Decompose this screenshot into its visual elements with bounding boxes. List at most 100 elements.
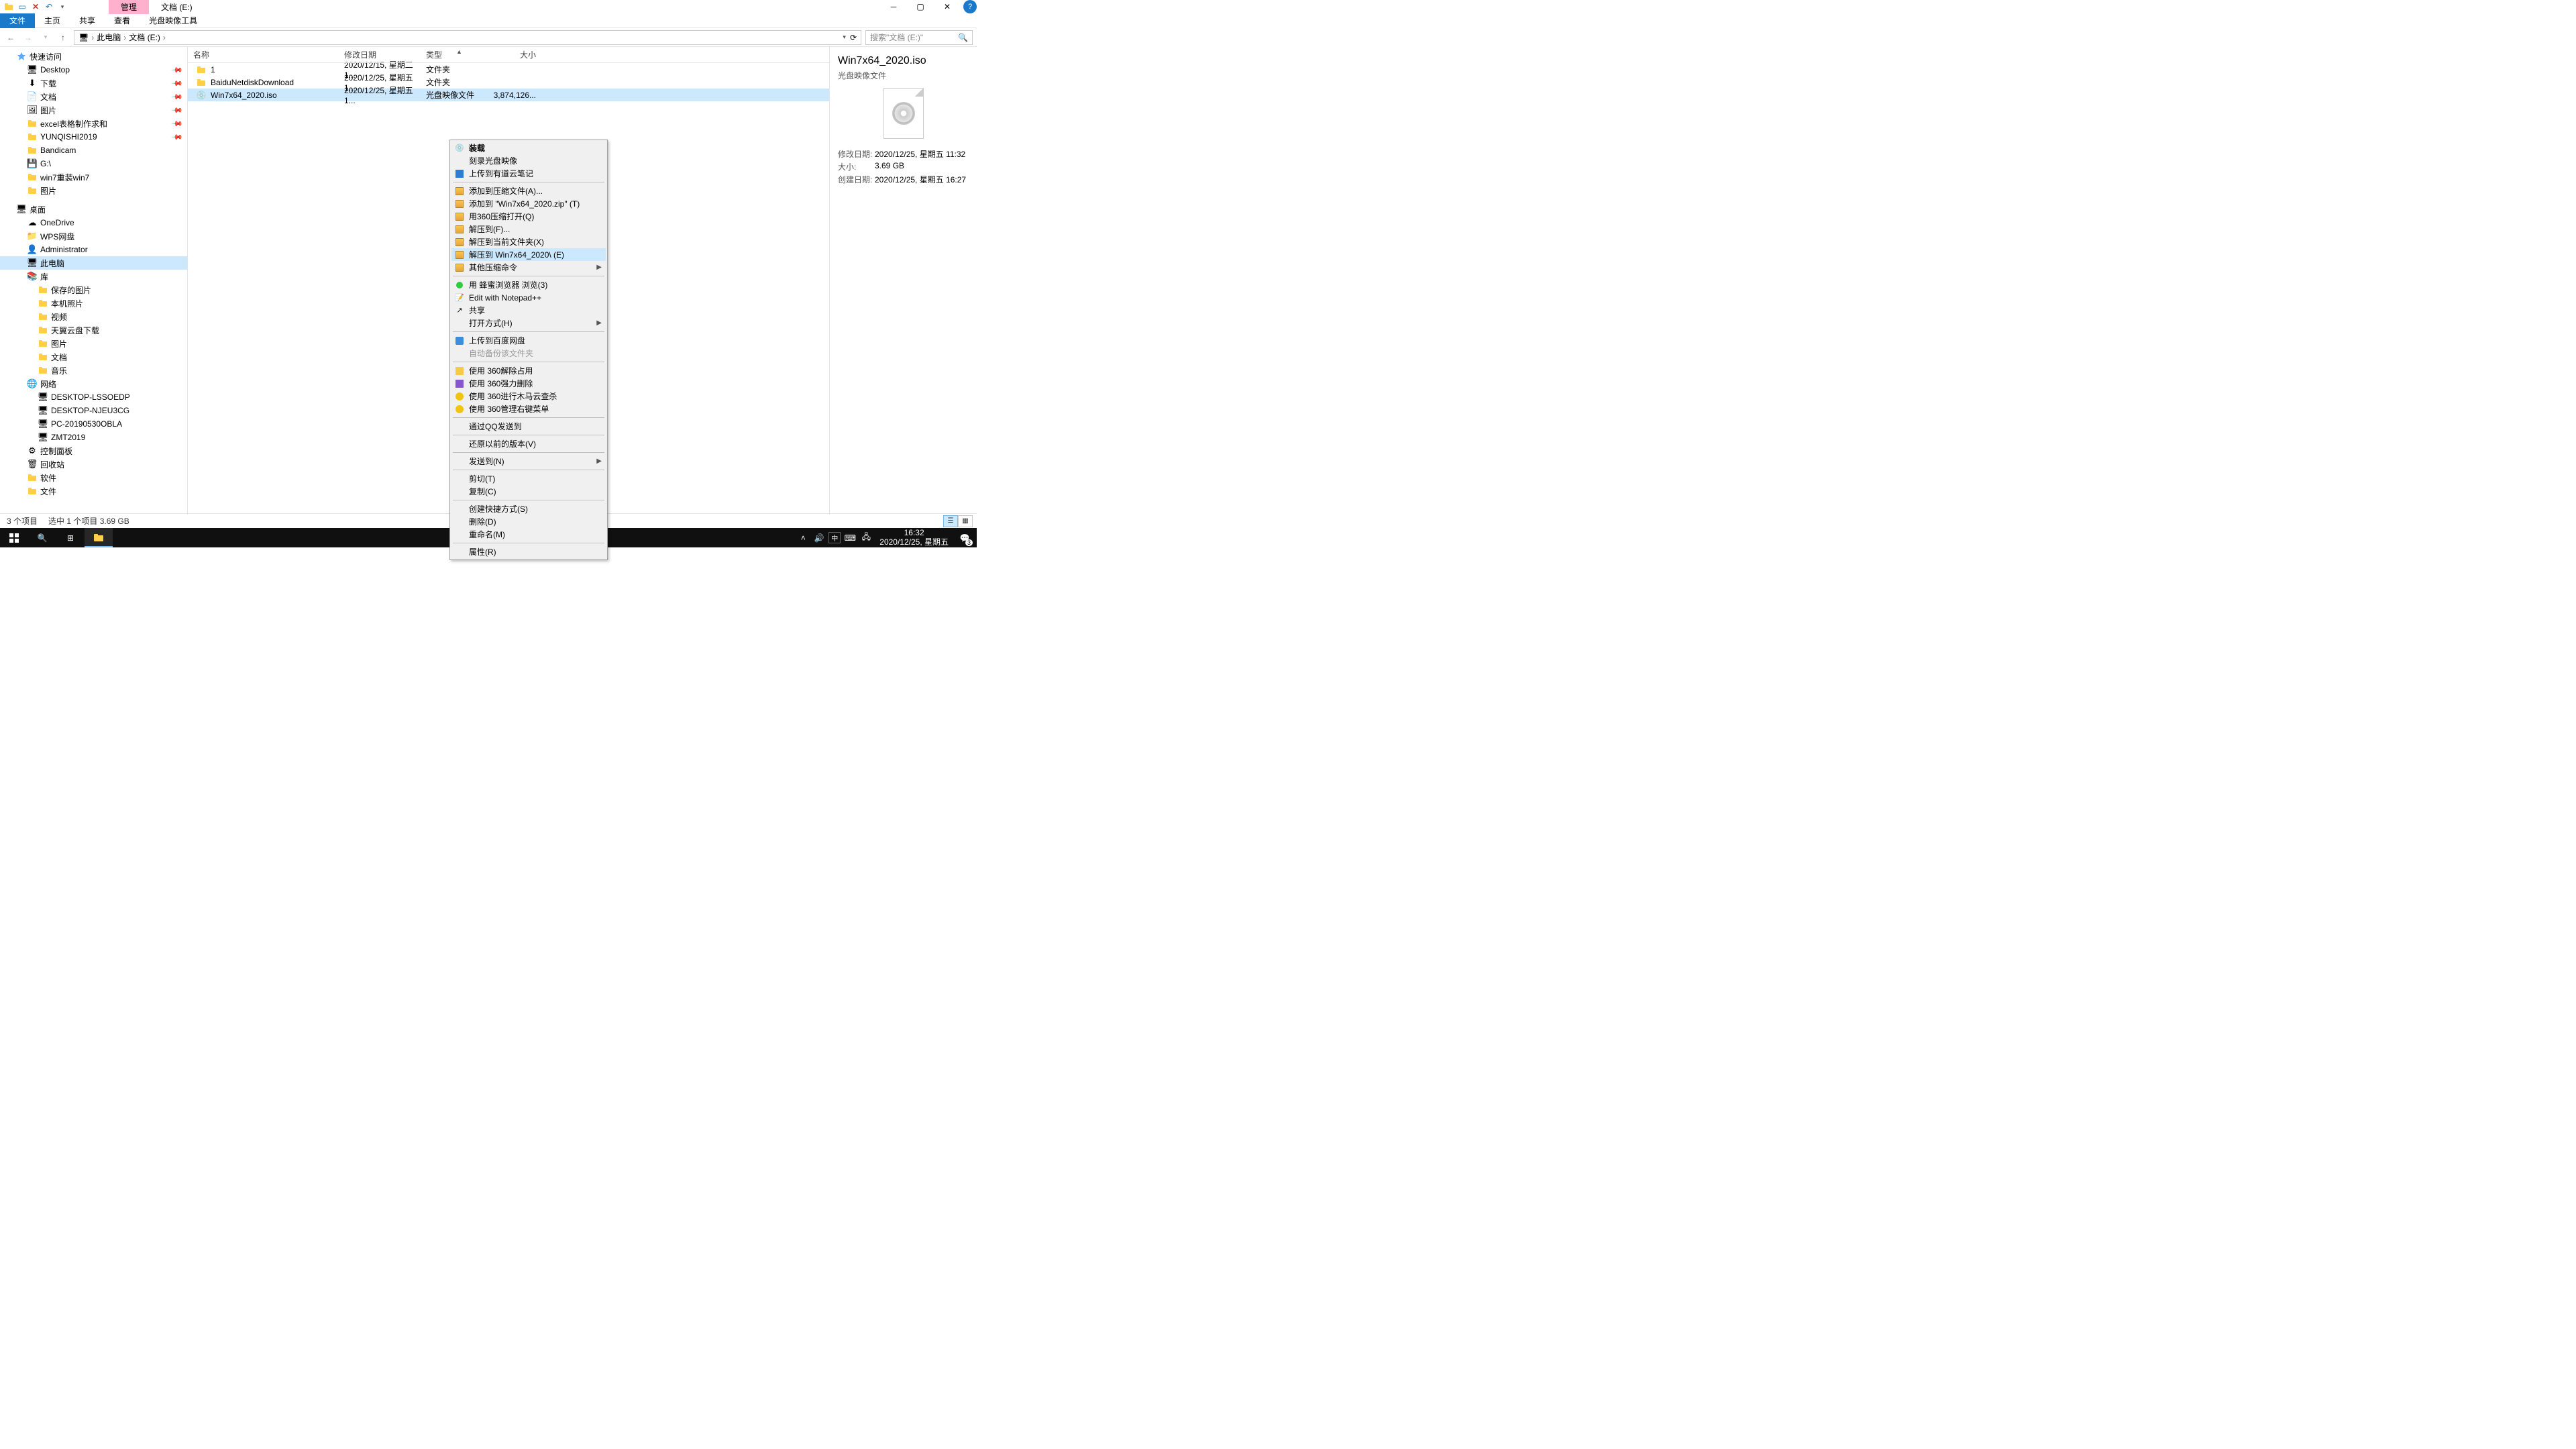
explorer-taskbar-button[interactable]	[85, 528, 113, 547]
icons-view-button[interactable]: ▦	[958, 515, 973, 527]
close-button[interactable]: ✕	[934, 0, 961, 13]
tree-item[interactable]: 🖥ZMT2019	[0, 431, 187, 444]
context-menu-item[interactable]: 使用 360进行木马云查杀	[451, 390, 606, 402]
context-menu-item[interactable]: 用 蜂蜜浏览器 浏览(3)	[451, 278, 606, 291]
tree-item[interactable]: 图片	[0, 184, 187, 197]
nav-history-dropdown[interactable]: ▾	[39, 31, 52, 44]
network-icon[interactable]: 🖧	[859, 528, 873, 547]
tree-item[interactable]: 保存的图片	[0, 283, 187, 297]
nav-up-button[interactable]: ↑	[56, 31, 70, 44]
tree-item[interactable]: 🖼图片📌	[0, 103, 187, 117]
tray-overflow-icon[interactable]: ˄	[796, 528, 810, 547]
title-tab-manage[interactable]: 管理	[109, 0, 149, 14]
breadcrumb-item[interactable]: 此电脑	[97, 32, 121, 43]
task-view-button[interactable]: ⊞	[56, 528, 85, 547]
action-center-button[interactable]: 💬3	[955, 528, 974, 547]
tree-item[interactable]: 🖥DESKTOP-LSSOEDP	[0, 390, 187, 404]
ribbon-tab-share[interactable]: 共享	[70, 13, 105, 28]
context-menu-item[interactable]: 打开方式(H)▶	[451, 317, 606, 329]
maximize-button[interactable]: ▢	[907, 0, 934, 13]
file-row[interactable]: 💿Win7x64_2020.iso2020/12/25, 星期五 1...光盘映…	[188, 89, 829, 101]
properties-icon[interactable]: ▭	[16, 1, 28, 13]
context-menu-item[interactable]: 属性(R)	[451, 545, 606, 558]
context-menu-item[interactable]: 还原以前的版本(V)	[451, 437, 606, 450]
file-row[interactable]: BaiduNetdiskDownload2020/12/25, 星期五 1...…	[188, 76, 829, 89]
tree-item[interactable]: win7重装win7	[0, 170, 187, 184]
tree-item[interactable]: 软件	[0, 471, 187, 484]
chevron-right-icon[interactable]: ›	[123, 33, 126, 42]
context-menu-item[interactable]: ↗共享	[451, 304, 606, 317]
context-menu-item[interactable]: 添加到 "Win7x64_2020.zip" (T)	[451, 197, 606, 210]
context-menu-item[interactable]: 发送到(N)▶	[451, 455, 606, 468]
context-menu-item[interactable]: 使用 360强力删除	[451, 377, 606, 390]
tree-item[interactable]: 📁WPS网盘	[0, 229, 187, 243]
context-menu-item[interactable]: 重命名(M)	[451, 528, 606, 541]
search-button[interactable]: 🔍	[28, 528, 56, 547]
tree-item[interactable]: 💾G:\	[0, 157, 187, 170]
tree-item[interactable]: 视频	[0, 310, 187, 323]
search-input[interactable]: 搜索"文档 (E:)" 🔍	[865, 30, 973, 45]
breadcrumb-item[interactable]: 文档 (E:)	[129, 32, 160, 43]
help-button[interactable]: ?	[963, 0, 977, 13]
tree-item[interactable]: 文件	[0, 484, 187, 498]
tree-item[interactable]: 🖥桌面	[0, 203, 187, 216]
context-menu-item[interactable]: 解压到 Win7x64_2020\ (E)	[451, 248, 606, 261]
context-menu-item[interactable]: 剪切(T)	[451, 472, 606, 485]
tree-item[interactable]: 音乐	[0, 364, 187, 377]
context-menu-item[interactable]: 上传到有道云笔记	[451, 167, 606, 180]
minimize-button[interactable]: ─	[880, 0, 907, 13]
ribbon-tab-file[interactable]: 文件	[0, 13, 35, 28]
tree-item[interactable]: 天翼云盘下载	[0, 323, 187, 337]
tree-item[interactable]: YUNQISHI2019📌	[0, 130, 187, 144]
tree-item[interactable]: 文档	[0, 350, 187, 364]
ribbon-tab-home[interactable]: 主页	[35, 13, 70, 28]
tree-item[interactable]: Bandicam	[0, 144, 187, 157]
context-menu-item[interactable]: 上传到百度网盘	[451, 334, 606, 347]
column-header-name[interactable]: 名称	[188, 49, 339, 60]
navigation-pane[interactable]: 快速访问🖥Desktop📌⬇下载📌📄文档📌🖼图片📌excel表格制作求和📌YUN…	[0, 47, 188, 515]
file-list-pane[interactable]: ▲ 名称 修改日期 类型 大小 12020/12/15, 星期二 1...文件夹…	[188, 47, 829, 515]
start-button[interactable]	[0, 528, 28, 547]
refresh-icon[interactable]: ⟳	[850, 33, 857, 42]
context-menu-item[interactable]: 用360压缩打开(Q)	[451, 210, 606, 223]
context-menu-item[interactable]: 其他压缩命令▶	[451, 261, 606, 274]
ime-mode-icon[interactable]: ⌨	[843, 528, 857, 547]
nav-back-button[interactable]: ←	[4, 31, 17, 44]
tree-item[interactable]: ⚙控制面板	[0, 444, 187, 458]
context-menu-item[interactable]: 添加到压缩文件(A)...	[451, 184, 606, 197]
tree-item[interactable]: ☁OneDrive	[0, 216, 187, 229]
tree-item[interactable]: 🖥DESKTOP-NJEU3CG	[0, 404, 187, 417]
context-menu-item[interactable]: 📝Edit with Notepad++	[451, 291, 606, 304]
ribbon-tab-view[interactable]: 查看	[105, 13, 140, 28]
context-menu-item[interactable]: 通过QQ发送到	[451, 420, 606, 433]
taskbar-clock[interactable]: 16:32 2020/12/25, 星期五	[875, 529, 953, 546]
tree-item[interactable]: 📚库	[0, 270, 187, 283]
column-header-date[interactable]: 修改日期	[339, 49, 421, 60]
tree-item[interactable]: 🌐网络	[0, 377, 187, 390]
tree-item[interactable]: 📄文档📌	[0, 90, 187, 103]
nav-forward-button[interactable]: →	[21, 31, 35, 44]
delete-icon[interactable]: ✕	[30, 1, 42, 13]
file-row[interactable]: 12020/12/15, 星期二 1...文件夹	[188, 63, 829, 76]
tree-item[interactable]: 🖥Desktop📌	[0, 63, 187, 76]
breadcrumb-dropdown-icon[interactable]: ▾	[843, 34, 846, 41]
undo-icon[interactable]: ↶	[43, 1, 55, 13]
context-menu-item[interactable]: 解压到当前文件夹(X)	[451, 235, 606, 248]
tree-item[interactable]: 🖥PC-20190530OBLA	[0, 417, 187, 431]
details-view-button[interactable]: ☰	[943, 515, 958, 527]
column-header-type[interactable]: 类型	[421, 49, 488, 60]
breadcrumb[interactable]: 🖥 › 此电脑 › 文档 (E:) › ▾ ⟳	[74, 30, 861, 45]
context-menu-item[interactable]: 复制(C)	[451, 485, 606, 498]
context-menu-item[interactable]: 刻录光盘映像	[451, 154, 606, 167]
tree-item[interactable]: excel表格制作求和📌	[0, 117, 187, 130]
context-menu-item[interactable]: 使用 360解除占用	[451, 364, 606, 377]
volume-icon[interactable]: 🔊	[812, 528, 826, 547]
column-headers[interactable]: ▲ 名称 修改日期 类型 大小	[188, 47, 829, 63]
tree-item[interactable]: 图片	[0, 337, 187, 350]
tree-item[interactable]: 👤Administrator	[0, 243, 187, 256]
ime-indicator[interactable]: 中	[828, 532, 841, 543]
context-menu-item[interactable]: 删除(D)	[451, 515, 606, 528]
tree-item[interactable]: 本机照片	[0, 297, 187, 310]
tree-item[interactable]: 🖥此电脑	[0, 256, 187, 270]
tree-item[interactable]: 🗑回收站	[0, 458, 187, 471]
